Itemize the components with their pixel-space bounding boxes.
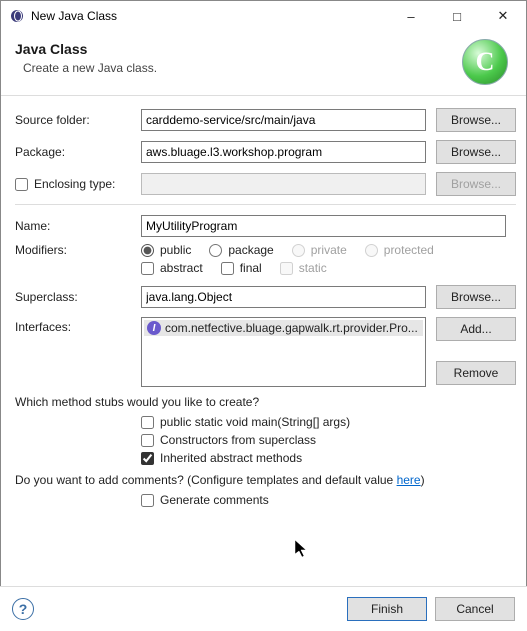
close-button[interactable]: ✕: [480, 1, 526, 31]
interfaces-list[interactable]: I com.netfective.bluage.gapwalk.rt.provi…: [141, 317, 426, 387]
package-label: Package:: [15, 145, 141, 159]
protected-radio: [365, 244, 378, 257]
enclosing-type-label: Enclosing type:: [34, 177, 115, 191]
abstract-checkbox[interactable]: [141, 262, 154, 275]
cursor-icon: [294, 539, 310, 559]
class-badge-icon: C: [462, 39, 508, 85]
modifiers-label: Modifiers:: [15, 243, 141, 257]
header-subtitle: Create a new Java class.: [23, 61, 462, 75]
source-folder-label: Source folder:: [15, 113, 141, 127]
private-radio: [292, 244, 305, 257]
enclosing-type-checkbox[interactable]: [15, 178, 28, 191]
maximize-button[interactable]: □: [434, 1, 480, 31]
configure-templates-link[interactable]: here: [397, 473, 421, 487]
remove-interface-button[interactable]: Remove: [436, 361, 516, 385]
interfaces-label: Interfaces:: [15, 317, 141, 334]
cancel-button[interactable]: Cancel: [435, 597, 515, 621]
package-radio[interactable]: [209, 244, 222, 257]
header-title: Java Class: [15, 41, 462, 57]
browse-source-button[interactable]: Browse...: [436, 108, 516, 132]
name-input[interactable]: [141, 215, 506, 237]
generate-comments-checkbox[interactable]: [141, 494, 154, 507]
minimize-button[interactable]: –: [388, 1, 434, 31]
browse-enclosing-button: Browse...: [436, 172, 516, 196]
window-title: New Java Class: [31, 9, 388, 23]
stubs-question: Which method stubs would you like to cre…: [15, 395, 516, 409]
add-interface-button[interactable]: Add...: [436, 317, 516, 341]
public-radio[interactable]: [141, 244, 154, 257]
interface-icon: I: [147, 321, 161, 335]
interface-item[interactable]: I com.netfective.bluage.gapwalk.rt.provi…: [144, 320, 423, 336]
superclass-label: Superclass:: [15, 290, 141, 304]
final-checkbox[interactable]: [221, 262, 234, 275]
static-checkbox: [280, 262, 293, 275]
dialog-footer: ? Finish Cancel: [0, 586, 527, 631]
titlebar: New Java Class – □ ✕: [1, 1, 526, 31]
superclass-input[interactable]: [141, 286, 426, 308]
finish-button[interactable]: Finish: [347, 597, 427, 621]
inherited-checkbox[interactable]: [141, 452, 154, 465]
constructors-checkbox[interactable]: [141, 434, 154, 447]
package-input[interactable]: [141, 141, 426, 163]
source-folder-input[interactable]: [141, 109, 426, 131]
main-checkbox[interactable]: [141, 416, 154, 429]
dialog-header: Java Class Create a new Java class. C: [1, 31, 526, 96]
help-button[interactable]: ?: [12, 598, 34, 620]
browse-superclass-button[interactable]: Browse...: [436, 285, 516, 309]
comments-question: Do you want to add comments? (Configure …: [15, 473, 516, 487]
browse-package-button[interactable]: Browse...: [436, 140, 516, 164]
name-label: Name:: [15, 219, 141, 233]
interface-item-label: com.netfective.bluage.gapwalk.rt.provide…: [165, 321, 418, 335]
eclipse-icon: [9, 8, 25, 24]
enclosing-type-input: [141, 173, 426, 195]
